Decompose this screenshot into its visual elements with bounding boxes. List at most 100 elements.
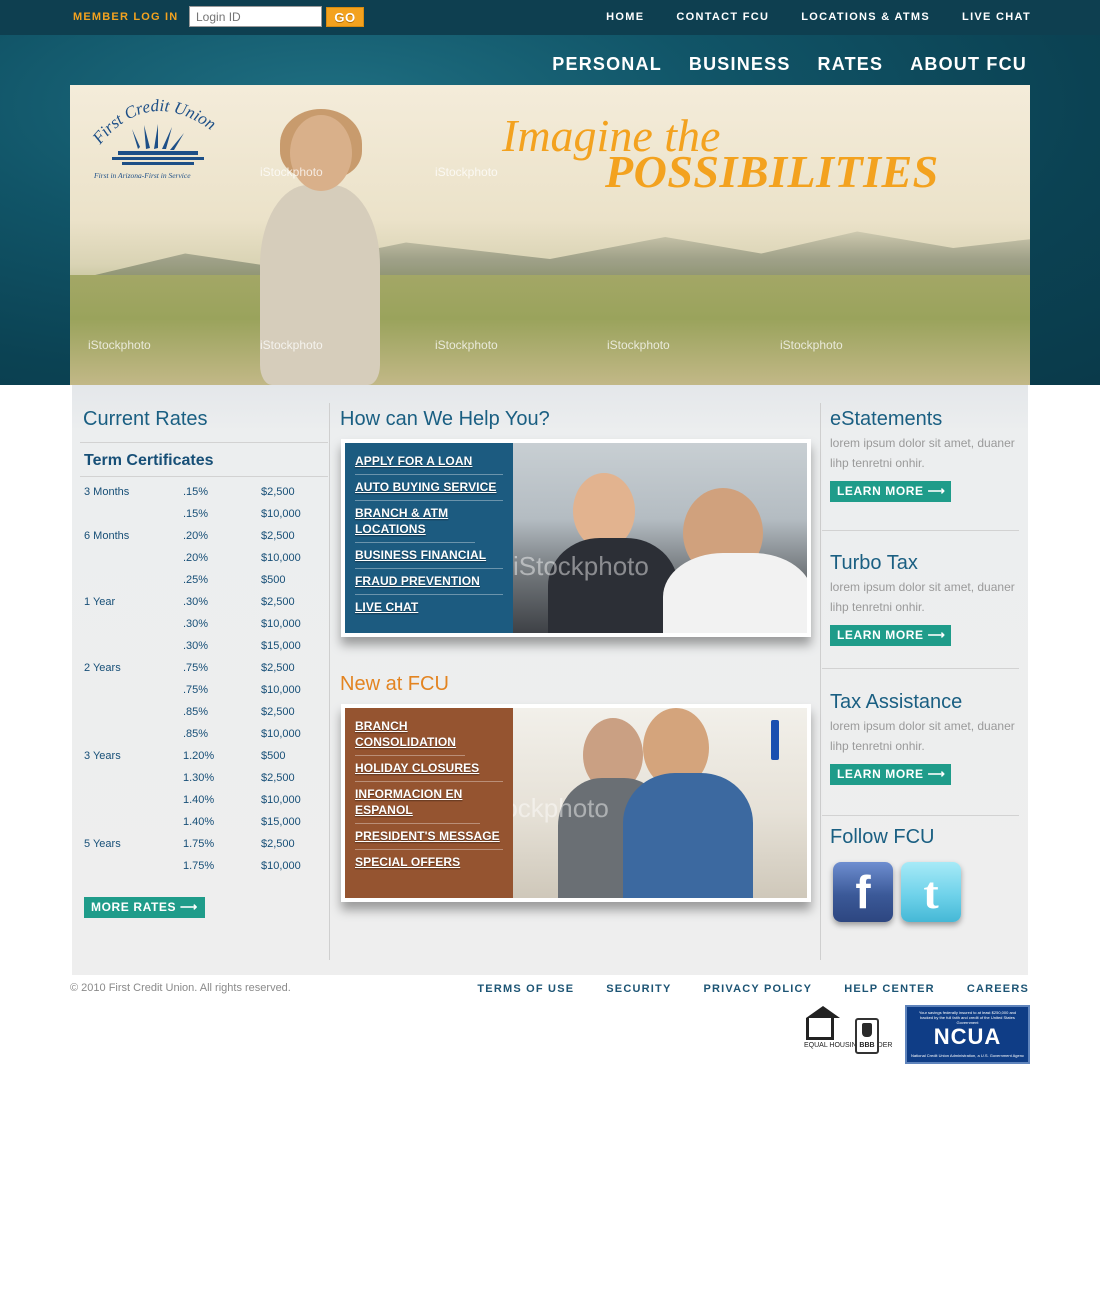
top-bar: MEMBER LOG IN GO HOME CONTACT FCU LOCATI… xyxy=(0,0,1100,35)
twitter-glyph: t xyxy=(923,866,939,918)
ehl-house xyxy=(806,1006,840,1040)
rate-amount: $2,500 xyxy=(261,706,295,718)
rate-amount: $10,000 xyxy=(261,508,301,520)
column-divider xyxy=(820,403,821,960)
rate-amount: $2,500 xyxy=(261,838,295,850)
footer-link-help[interactable]: HELP CENTER xyxy=(844,983,935,995)
top-link-live-chat[interactable]: LIVE CHAT xyxy=(962,11,1031,23)
login-id-input[interactable] xyxy=(189,6,322,27)
rate-term: 3 Months xyxy=(84,486,130,498)
hero-woman-body xyxy=(260,185,380,385)
ncua-bottom-text: National Credit Union Administration, a … xyxy=(911,1053,1024,1058)
estatements-text: lorem ipsum dolor sit amet, duaner lihp … xyxy=(830,436,1015,470)
rate-amount: $10,000 xyxy=(261,794,301,806)
footer-link-privacy[interactable]: PRIVACY POLICY xyxy=(703,983,812,995)
nav-rates[interactable]: RATES xyxy=(818,54,884,75)
rate-term: 5 Years xyxy=(84,838,121,850)
rate-amount: $2,500 xyxy=(261,530,295,542)
turbo-tax-text: lorem ipsum dolor sit amet, duaner lihp … xyxy=(830,580,1015,614)
facebook-icon[interactable]: f xyxy=(833,862,893,922)
go-button[interactable]: GO xyxy=(326,7,364,27)
nav-about[interactable]: ABOUT FCU xyxy=(910,54,1027,75)
help-promo-box: iStockphoto APPLY FOR A LOAN AUTO BUYING… xyxy=(341,439,811,637)
logo-name-text: First Credit Union xyxy=(88,96,219,148)
rate-value: .30% xyxy=(183,596,209,608)
rates-divider xyxy=(80,442,328,443)
side-divider xyxy=(822,815,1019,816)
rate-value: .20% xyxy=(183,530,209,542)
footer-link-terms[interactable]: TERMS OF USE xyxy=(477,983,574,995)
nav-personal[interactable]: PERSONAL xyxy=(552,54,662,75)
facebook-glyph: f xyxy=(855,866,871,918)
utility-nav: HOME CONTACT FCU LOCATIONS & ATMS LIVE C… xyxy=(606,11,1031,23)
footer-link-security[interactable]: SECURITY xyxy=(606,983,671,995)
nav-business[interactable]: BUSINESS xyxy=(689,54,791,75)
fcu-logo[interactable]: First Credit Union First in Arizona-Firs… xyxy=(88,93,223,185)
help-menu-item[interactable]: BUSINESS FINANCIAL xyxy=(355,543,503,569)
rate-term: 6 Months xyxy=(84,530,130,542)
bbb-text: BBB xyxy=(859,1042,875,1049)
help-menu-item[interactable]: APPLY FOR A LOAN xyxy=(355,449,503,475)
rate-amount: $15,000 xyxy=(261,640,301,652)
new-promo-box: iStockphoto BRANCH CONSOLIDATION HOLIDAY… xyxy=(341,704,811,902)
rate-value: .75% xyxy=(183,662,209,674)
copyright-text: © 2010 First Credit Union. All rights re… xyxy=(70,982,291,994)
hero-banner: First Credit Union First in Arizona-Firs… xyxy=(70,85,1030,385)
tax-assistance-learn-more-button[interactable]: LEARN MORE ⟶ xyxy=(830,764,951,785)
new-menu-item[interactable]: BRANCH CONSOLIDATION xyxy=(355,714,465,756)
more-rates-button[interactable]: MORE RATES ⟶ xyxy=(84,897,205,918)
help-menu-item[interactable]: LIVE CHAT xyxy=(355,595,503,620)
ncua-badge[interactable]: Your savings federally insured to at lea… xyxy=(905,1005,1030,1064)
rate-amount: $10,000 xyxy=(261,552,301,564)
side-divider xyxy=(822,668,1019,669)
new-menu-item[interactable]: INFORMACION EN ESPANOL xyxy=(355,782,480,824)
hero-headline-bottom: POSSIBILITIES xyxy=(605,146,939,197)
rate-value: 1.30% xyxy=(183,772,215,784)
rate-value: .75% xyxy=(183,684,209,696)
help-menu-item[interactable]: AUTO BUYING SERVICE xyxy=(355,475,503,501)
rate-term: 3 Years xyxy=(84,750,121,762)
rate-value: .85% xyxy=(183,706,209,718)
rate-value: .25% xyxy=(183,574,209,586)
rate-value: .85% xyxy=(183,728,209,740)
new-promo-inner: iStockphoto BRANCH CONSOLIDATION HOLIDAY… xyxy=(345,708,807,898)
ncua-top-text: Your savings federally insured to at lea… xyxy=(918,1010,1017,1025)
estatements-section: eStatements lorem ipsum dolor sit amet, … xyxy=(830,408,1020,502)
estatements-learn-more-button[interactable]: LEARN MORE ⟶ xyxy=(830,481,951,502)
new-at-fcu-title: New at FCU xyxy=(340,673,449,695)
help-menu-item[interactable]: BRANCH & ATM LOCATIONS xyxy=(355,501,475,543)
office-photo: iStockphoto xyxy=(513,443,807,633)
new-menu-item[interactable]: PRESIDENT'S MESSAGE xyxy=(355,824,503,850)
top-link-home[interactable]: HOME xyxy=(606,11,644,23)
rate-amount: $2,500 xyxy=(261,486,295,498)
turbo-tax-learn-more-button[interactable]: LEARN MORE ⟶ xyxy=(830,625,951,646)
rate-amount: $10,000 xyxy=(261,728,301,740)
rate-amount: $15,000 xyxy=(261,816,301,828)
twitter-icon[interactable]: t xyxy=(901,862,961,922)
top-link-contact[interactable]: CONTACT FCU xyxy=(676,11,769,23)
top-link-locations[interactable]: LOCATIONS & ATMS xyxy=(801,11,930,23)
footer-link-careers[interactable]: CAREERS xyxy=(967,983,1029,995)
hero-watermark: iStockphoto xyxy=(260,165,323,179)
new-menu-item[interactable]: SPECIAL OFFERS xyxy=(355,850,503,875)
term-certificates-title: Term Certificates xyxy=(84,452,214,469)
rates-divider xyxy=(80,476,328,477)
tax-assistance-title: Tax Assistance xyxy=(830,691,963,713)
rate-amount: $500 xyxy=(261,750,286,762)
svg-text:First Credit Union: First Credit Union xyxy=(88,96,219,148)
bbb-torch xyxy=(862,1023,872,1037)
new-menu-item[interactable]: HOLIDAY CLOSURES xyxy=(355,756,503,782)
rate-value: 1.40% xyxy=(183,816,215,828)
rate-value: .15% xyxy=(183,508,209,520)
ncua-main-text: NCUA xyxy=(933,1024,1002,1049)
estatements-title: eStatements xyxy=(830,408,943,430)
hero-watermark: iStockphoto xyxy=(88,338,151,352)
help-menu-item[interactable]: FRAUD PREVENTION xyxy=(355,569,503,595)
rate-value: 1.20% xyxy=(183,750,215,762)
bbb-icon[interactable]: BBB xyxy=(855,1018,879,1054)
rate-amount: $10,000 xyxy=(261,684,301,696)
rate-value: 1.75% xyxy=(183,838,215,850)
current-rates-title: Current Rates xyxy=(83,408,208,430)
rate-value: .30% xyxy=(183,640,209,652)
hero-watermark: iStockphoto xyxy=(607,338,670,352)
